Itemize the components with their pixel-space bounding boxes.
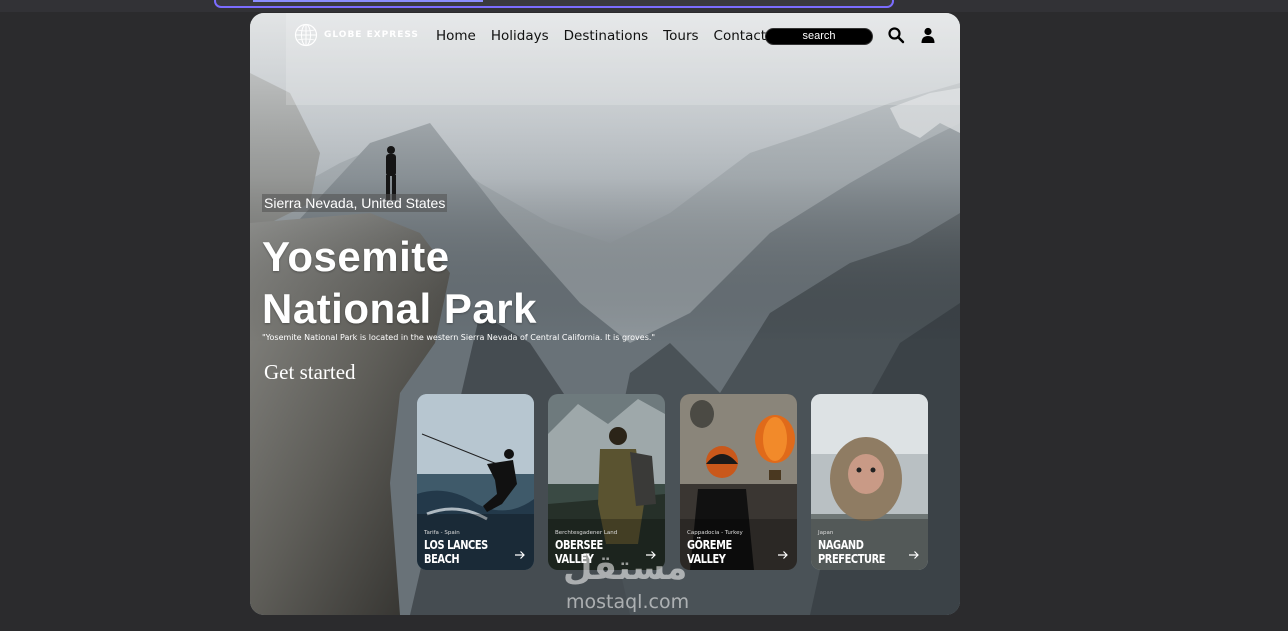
- globe-icon: [294, 23, 318, 47]
- destination-card[interactable]: Cappadocia - Turkey Göreme Valley: [680, 394, 797, 570]
- card-title: Nagand Prefecture: [818, 538, 886, 566]
- destination-card[interactable]: Tarifa - Spain Los Lances Beach: [417, 394, 534, 570]
- nav-link-home[interactable]: Home: [436, 28, 476, 44]
- card-title: Göreme Valley: [687, 538, 732, 566]
- card-region: Cappadocia - Turkey: [687, 530, 743, 536]
- card-title: Los Lances Beach: [424, 538, 488, 566]
- logo-text: GLOBE EXPRESS: [324, 30, 419, 40]
- hero-title-line2: National Park: [262, 285, 537, 332]
- arrow-right-icon[interactable]: [514, 550, 526, 560]
- hero-title: Yosemite National Park: [262, 231, 537, 335]
- search-input[interactable]: search: [765, 28, 873, 45]
- arrow-right-icon[interactable]: [645, 550, 657, 560]
- search-icon[interactable]: [887, 26, 905, 44]
- destination-card[interactable]: Japan Nagand Prefecture: [811, 394, 928, 570]
- top-navigation: GLOBE EXPRESS Home Holidays Destinations…: [250, 13, 960, 59]
- card-region: Berchtesgadener Land: [555, 530, 618, 536]
- nav-link-tours[interactable]: Tours: [663, 28, 698, 44]
- nav-menu: Home Holidays Destinations Tours Contact: [436, 28, 781, 44]
- hero-description: "Yosemite National Park is located in th…: [262, 333, 656, 342]
- user-icon[interactable]: [919, 26, 937, 44]
- card-region: Tarifa - Spain: [424, 530, 460, 536]
- arrow-right-icon[interactable]: [908, 550, 920, 560]
- page-frame: GLOBE EXPRESS Home Holidays Destinations…: [250, 13, 960, 615]
- get-started-button[interactable]: Get started: [264, 360, 356, 385]
- logo[interactable]: GLOBE EXPRESS: [294, 23, 419, 47]
- card-title: Obersee Valley: [555, 538, 603, 566]
- destination-card[interactable]: Berchtesgadener Land Obersee Valley: [548, 394, 665, 570]
- nav-link-destinations[interactable]: Destinations: [564, 28, 649, 44]
- card-region: Japan: [818, 530, 834, 536]
- address-selection: [253, 0, 483, 2]
- nav-link-holidays[interactable]: Holidays: [491, 28, 549, 44]
- location-label: Sierra Nevada, United States: [262, 194, 448, 212]
- hero-title-line1: Yosemite: [262, 233, 450, 280]
- arrow-right-icon[interactable]: [777, 550, 789, 560]
- nav-link-contact[interactable]: Contact: [714, 28, 767, 44]
- browser-toolbar: [0, 0, 1288, 12]
